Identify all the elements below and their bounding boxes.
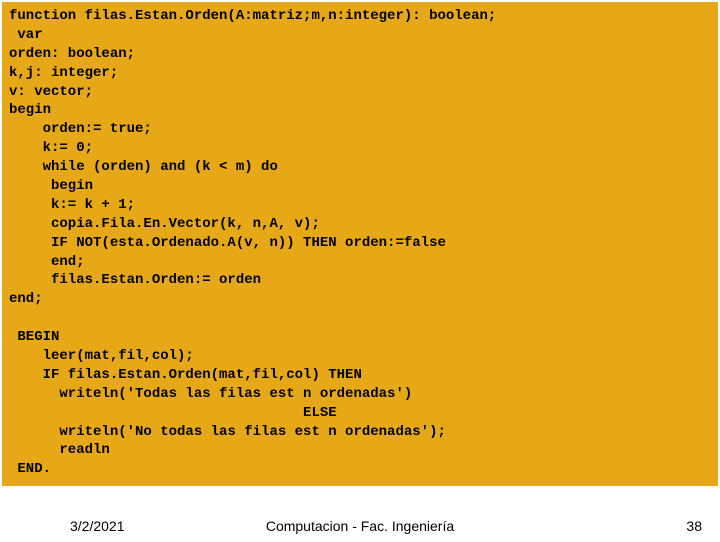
code-block: function filas.Estan.Orden(A:matriz;m,n:…: [2, 2, 718, 486]
code-line: filas.Estan.Orden:= orden: [9, 272, 261, 288]
code-line: copia.Fila.En.Vector(k, n,A, v);: [9, 216, 320, 232]
code-line: END.: [9, 461, 51, 477]
code-line: writeln('Todas las filas est n ordenadas…: [9, 386, 412, 402]
footer-page-number: 38: [686, 518, 702, 534]
code-line: BEGIN: [9, 329, 59, 345]
code-line: k,j: integer;: [9, 65, 118, 81]
code-line: orden: boolean;: [9, 46, 135, 62]
code-line: ELSE: [9, 405, 337, 421]
code-line: IF NOT(esta.Ordenado.A(v, n)) THEN orden…: [9, 235, 446, 251]
code-line: begin: [9, 102, 51, 118]
code-line: orden:= true;: [9, 121, 152, 137]
code-line: v: vector;: [9, 84, 93, 100]
code-line: function filas.Estan.Orden(A:matriz;m,n:…: [9, 8, 496, 24]
code-line: end;: [9, 254, 85, 270]
code-line: readln: [9, 442, 110, 458]
code-line: end;: [9, 291, 43, 307]
code-line: k:= k + 1;: [9, 197, 135, 213]
code-line: k:= 0;: [9, 140, 93, 156]
code-line: writeln('No todas las filas est n ordena…: [9, 424, 446, 440]
footer-center: Computacion - Fac. Ingeniería: [0, 518, 720, 534]
code-line: var: [9, 27, 43, 43]
code-line: begin: [9, 178, 93, 194]
code-line: leer(mat,fil,col);: [9, 348, 194, 364]
code-line: IF filas.Estan.Orden(mat,fil,col) THEN: [9, 367, 362, 383]
code-line: while (orden) and (k < m) do: [9, 159, 278, 175]
